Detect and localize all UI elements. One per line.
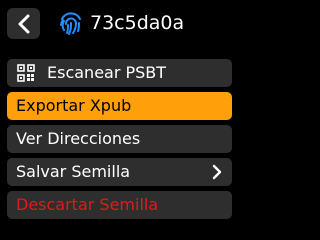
chevron-right-icon bbox=[212, 164, 222, 180]
menu-item-label: Ver Direcciones bbox=[16, 129, 141, 148]
export-xpub-button[interactable]: Exportar Xpub bbox=[7, 92, 232, 120]
seed-options-menu: Escanear PSBT Exportar Xpub Ver Direccio… bbox=[7, 59, 232, 224]
menu-item-label: Salvar Semilla bbox=[16, 162, 131, 181]
top-nav: 73c5da0a bbox=[0, 0, 237, 46]
menu-item-label: Descartar Semilla bbox=[16, 195, 159, 214]
menu-item-label: Escanear PSBT bbox=[47, 63, 167, 82]
seed-fingerprint-title: 73c5da0a bbox=[90, 12, 185, 34]
backup-seed-button[interactable]: Salvar Semilla bbox=[7, 158, 232, 186]
scan-psbt-button[interactable]: Escanear PSBT bbox=[7, 59, 232, 87]
qr-code-icon bbox=[17, 64, 35, 82]
menu-item-label: Exportar Xpub bbox=[16, 96, 132, 115]
discard-seed-button[interactable]: Descartar Semilla bbox=[7, 191, 232, 219]
back-button[interactable] bbox=[7, 8, 40, 39]
view-addresses-button[interactable]: Ver Direcciones bbox=[7, 125, 232, 153]
fingerprint-icon bbox=[60, 12, 81, 35]
chevron-left-icon bbox=[18, 14, 29, 33]
